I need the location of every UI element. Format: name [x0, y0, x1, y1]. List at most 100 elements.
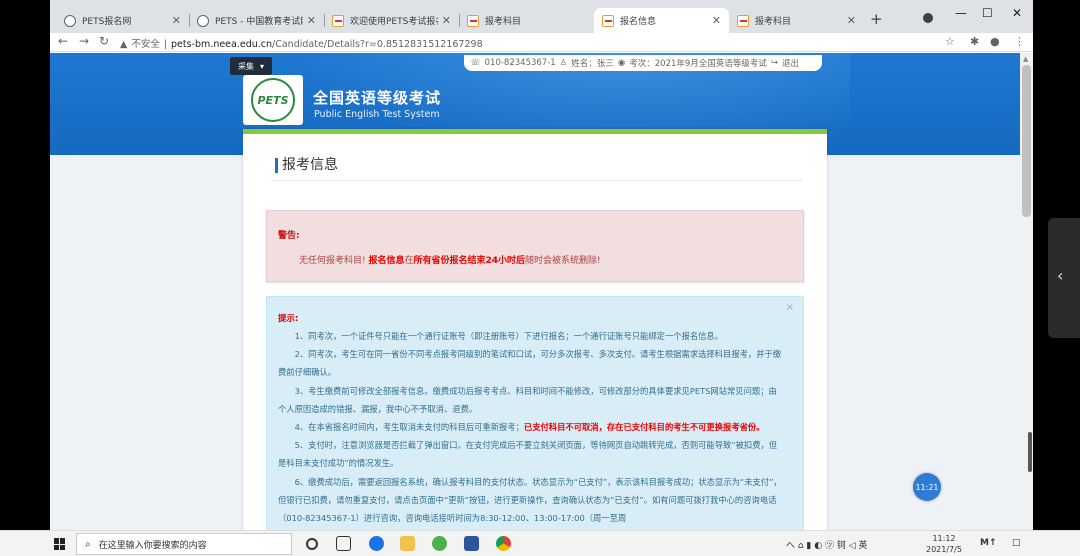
floating-chat-button[interactable]: 11:21	[913, 473, 941, 501]
extensions-icon[interactable]: ✱	[970, 35, 979, 48]
pets-logo[interactable]: PETS	[243, 75, 303, 125]
logout-link[interactable]: 退出	[782, 57, 799, 69]
warning-heading: 警告:	[278, 231, 300, 241]
chevron-left-icon: ‹	[1057, 266, 1064, 285]
pets-favicon-icon	[602, 14, 614, 27]
caret-down-icon: ▾	[259, 61, 264, 71]
cortana-icon[interactable]	[306, 538, 318, 550]
reload-icon[interactable]: ↻	[99, 34, 109, 48]
tip-4-text: 4、在本省报名时间内，考生取消未支付的科目后可重新报考；	[294, 422, 524, 433]
menu-kebab-icon[interactable]: ⋮	[1014, 35, 1025, 48]
task-view-icon[interactable]	[336, 536, 351, 551]
clock-date: 2021/7/5	[926, 545, 962, 554]
close-tab-icon[interactable]: ✕	[307, 14, 316, 27]
address-bar-row: ← → ↻ ▲ 不安全 | pets-bm.neea.edu.cn/Candidate…	[50, 33, 1033, 52]
tips-list: 1、同考次，一个证件号只能在一个通行证账号（即注册账号）下进行报名；一个通行证账…	[278, 327, 784, 527]
maximize-button[interactable]: ☐	[982, 6, 993, 20]
close-tab-icon[interactable]: ✕	[712, 14, 721, 27]
ime-indicator[interactable]: M↑	[980, 538, 997, 548]
tips-heading: 提示:	[278, 314, 299, 324]
windows-start-icon[interactable]	[54, 538, 66, 550]
file-explorer-icon[interactable]	[400, 536, 415, 551]
media-icon[interactable]	[923, 13, 933, 23]
user-info-bar: ☏ 010-82345367-1 ♙ 姓名： 张三 ◉ 考次： 2021年9月全…	[464, 55, 822, 71]
exam-icon: ◉	[617, 58, 626, 68]
close-tab-icon[interactable]: ✕	[442, 14, 451, 27]
close-window-button[interactable]: ✕	[1012, 6, 1022, 20]
language-dropdown[interactable]: 采集 ▾	[230, 57, 272, 75]
tab-title: 报考科目	[485, 17, 522, 27]
tab-subjects[interactable]: 报考科目	[459, 8, 594, 33]
user-icon: ♙	[559, 58, 568, 68]
notification-icon[interactable]: □	[1012, 538, 1021, 548]
search-placeholder: 在这里输入你要搜索的内容	[98, 540, 207, 551]
warning-msg-bold-2: 所有省份报名结束24小时后	[413, 256, 526, 266]
site-subtitle: Public English Test System	[314, 109, 440, 120]
browser-360-icon[interactable]	[432, 536, 447, 551]
warning-triangle-icon[interactable]: ▲	[120, 39, 127, 50]
search-icon: ⌕	[85, 538, 91, 550]
page-viewport: 采集 ▾ ☏ 010-82345367-1 ♙ 姓名： 张三 ◉ 考次： 202…	[50, 53, 1020, 530]
tip-item: 2、同考次，考生可在同一省份不同考点报考同级别的笔试和口试，可分多次报考、多次支…	[278, 349, 782, 378]
phone-number: 010-82345367-1	[484, 58, 556, 68]
globe-icon	[64, 14, 76, 27]
close-tab-icon[interactable]: ✕	[172, 14, 181, 27]
tab-welcome[interactable]: 欢迎使用PETS考试报名系统 ✕	[324, 8, 459, 33]
url-host: pets-bm.neea.edu.cn	[171, 39, 273, 50]
back-arrow-icon[interactable]: ←	[58, 34, 68, 48]
warning-msg-pre: 无任何报考科目!	[299, 256, 366, 266]
exam-label: 考次：	[629, 59, 655, 69]
close-tab-icon[interactable]: ✕	[847, 14, 856, 27]
not-secure-label: 不安全	[131, 39, 160, 50]
windows-taskbar: ⌕ 在这里输入你要搜索的内容 へ ⌂ ▮ ◐ ㋡ 钶 ◁ 英 11:12 202…	[0, 530, 1080, 556]
tab-pets-bm[interactable]: PETS报名网 ✕	[56, 8, 189, 33]
screen: PETS报名网 ✕ PETS - 中国教育考试网 ✕ 欢迎使用PETS考试报名系…	[0, 0, 1080, 556]
warning-alert: 警告: 无任何报考科目! 报名信息在所有省份报名结束24小时后随时会被系统删除!	[266, 210, 804, 282]
profile-icon[interactable]: ●	[990, 35, 1000, 48]
tab-neea[interactable]: PETS - 中国教育考试网 ✕	[189, 8, 324, 33]
phone-icon: ☏	[470, 58, 481, 68]
language-label: 采集	[237, 61, 254, 71]
tip-item: 1、同考次，一个证件号只能在一个通行证账号（即注册账号）下进行报名；一个通行证账…	[294, 331, 724, 341]
tip-item: 4、在本省报名时间内，考生取消未支付的科目后可重新报考；已支付科目不可取消，存在…	[278, 418, 784, 436]
scroll-up-icon[interactable]: ▲	[1023, 55, 1028, 63]
tip-item: 3、考生缴费前可修改全部报考信息。缴费成功后报考考点、科目和时间不能修改，可修改…	[278, 385, 777, 414]
scrollbar-thumb[interactable]	[1022, 65, 1031, 217]
tip-item: 6、缴费成功后，需要返回报名系统，确认报考科目的支付状态。状态显示为“已支付”，…	[278, 476, 782, 524]
tips-alert: × 提示: 1、同考次，一个证件号只能在一个通行证账号（即注册账号）下进行报名；…	[266, 296, 804, 530]
logo-text: PETS	[257, 93, 289, 107]
edge-scroll-indicator	[1028, 432, 1032, 472]
tab-title: PETS报名网	[82, 17, 132, 27]
bookmark-star-icon[interactable]: ☆	[945, 35, 955, 48]
content-card: 报考信息 警告: 无任何报考科目! 报名信息在所有省份报名结束24小时后随时会被…	[243, 129, 827, 530]
url-path: /Candidate/Details?r=0.8512831512167298	[272, 39, 483, 50]
new-tab-button[interactable]: +	[870, 10, 883, 28]
side-panel-tab[interactable]: ‹	[1048, 218, 1080, 338]
page-title: 报考信息	[275, 158, 338, 173]
tab-registration-info[interactable]: 报名信息 ✕	[594, 8, 729, 33]
forward-arrow-icon[interactable]: →	[79, 34, 89, 48]
system-clock[interactable]: 11:12 2021/7/5	[926, 533, 962, 555]
tab-title: 欢迎使用PETS考试报名系统	[350, 17, 438, 27]
system-tray-icons[interactable]: へ ⌂ ▮ ◐ ㋡ 钶 ◁ 英	[786, 538, 867, 551]
address-bar[interactable]: ▲ 不安全 | pets-bm.neea.edu.cn/Candidate/Detai…	[120, 36, 483, 50]
exam-value: 2021年9月全国英语等级考试	[654, 59, 767, 69]
minimize-button[interactable]: —	[955, 6, 967, 20]
clock-time: 11:12	[932, 534, 956, 543]
tab-subjects-2[interactable]: 报考科目 ✕	[729, 8, 864, 33]
browser-window: PETS报名网 ✕ PETS - 中国教育考试网 ✕ 欢迎使用PETS考试报名系…	[50, 0, 1033, 530]
globe-icon	[197, 14, 209, 27]
tab-title: 报名信息	[620, 17, 657, 27]
edge-icon[interactable]	[369, 536, 384, 551]
tab-strip: PETS报名网 ✕ PETS - 中国教育考试网 ✕ 欢迎使用PETS考试报名系…	[50, 0, 1033, 33]
tab-title: 报考科目	[755, 17, 792, 27]
warning-msg-mid: 在	[404, 256, 414, 266]
tip-item: 5、支付时，注意浏览器是否拦截了弹出窗口。在支付完成后不要立刻关闭页面，等待网页…	[278, 440, 778, 469]
name-value: 张三	[596, 59, 614, 69]
close-tips-button[interactable]: ×	[786, 302, 794, 313]
word-icon[interactable]	[464, 536, 479, 551]
chrome-icon[interactable]	[496, 536, 511, 551]
warning-message: 无任何报考科目! 报名信息在所有省份报名结束24小时后随时会被系统删除!	[299, 253, 601, 266]
taskbar-search-input[interactable]: ⌕ 在这里输入你要搜索的内容	[76, 533, 292, 555]
logout-icon[interactable]: ↪	[771, 58, 778, 68]
